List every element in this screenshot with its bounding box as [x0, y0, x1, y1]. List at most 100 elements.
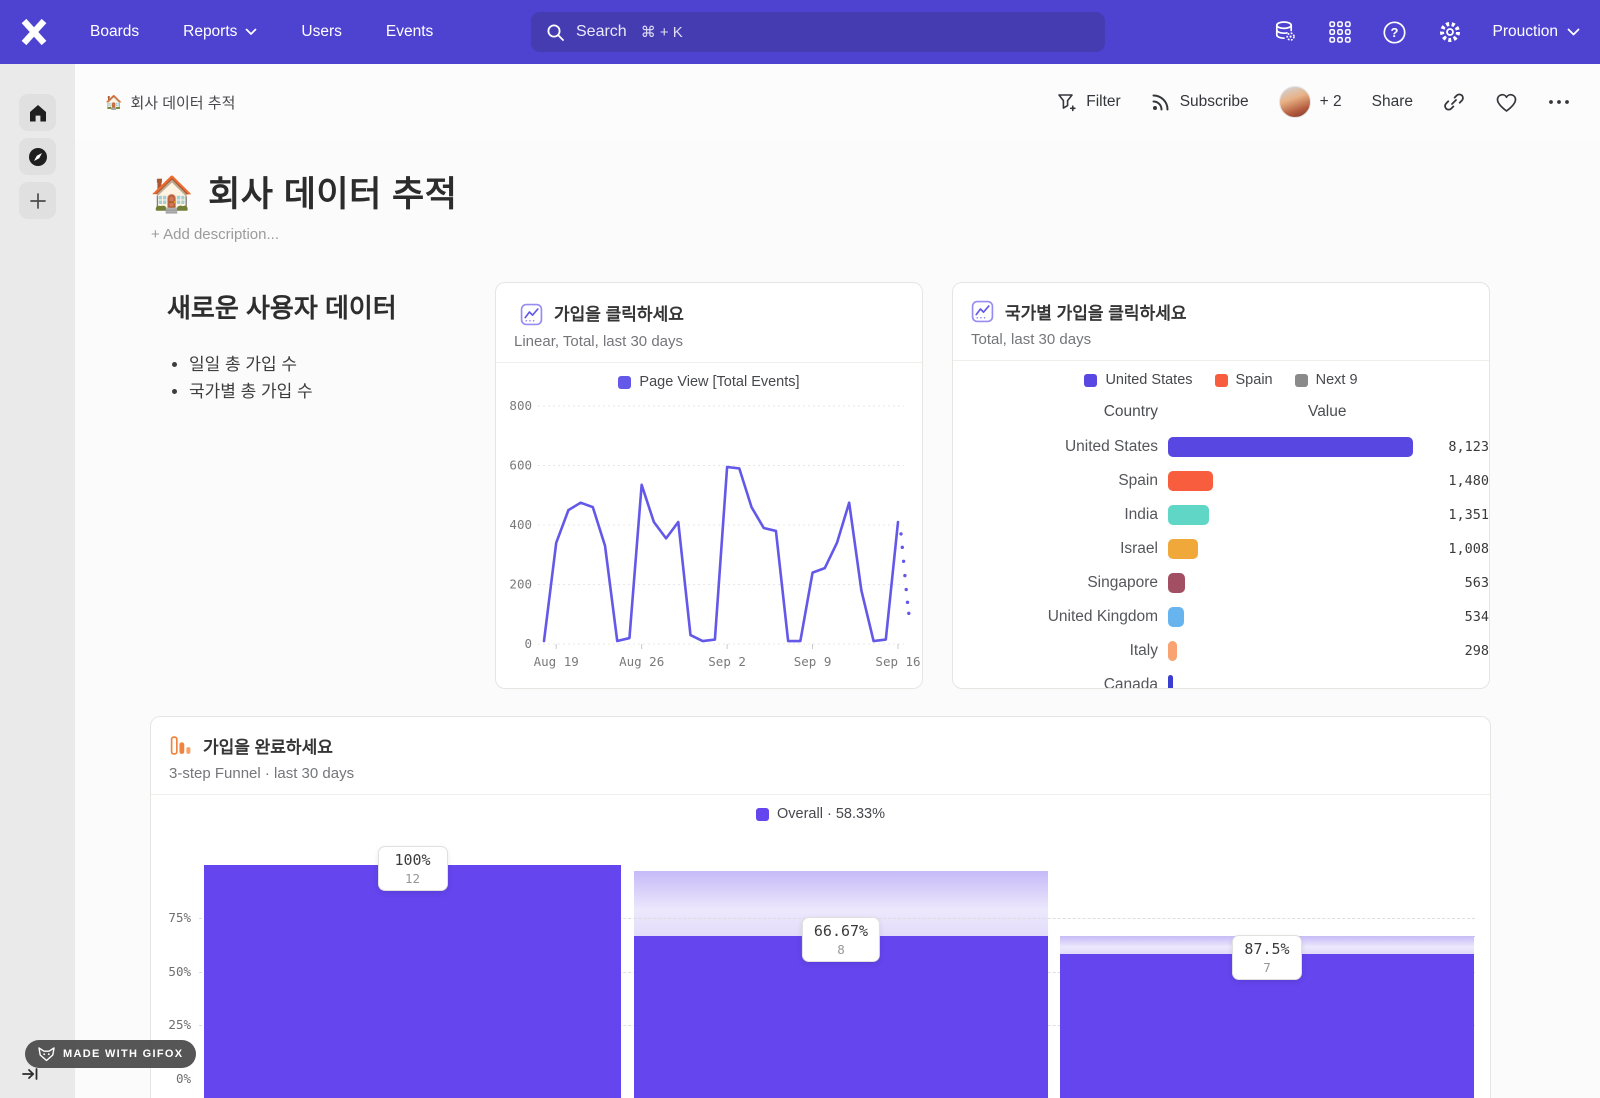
notes-bullet-list: 일일 총 가입 수국가별 총 가입 수	[189, 351, 497, 405]
funnel-step-count: 8	[814, 942, 868, 957]
nav-item-boards[interactable]: Boards	[90, 23, 139, 41]
board-toolbar: 🏠 회사 데이터 추적 Filter Subscribe	[75, 64, 1600, 140]
collapse-sidebar-button[interactable]	[21, 1066, 40, 1087]
line-card-subtitle: Linear, Total, last 30 days	[514, 333, 904, 350]
table-row-india[interactable]: India1,351	[953, 498, 1489, 532]
country-value: 1,480	[1448, 473, 1489, 489]
legend-item-pageview[interactable]: Page View [Total Events]	[618, 374, 799, 390]
country-value: 1,351	[1448, 507, 1489, 523]
line-chart-card: 가입을 클릭하세요 Linear, Total, last 30 days Pa…	[495, 282, 923, 689]
table-row-italy[interactable]: Italy298	[953, 634, 1489, 668]
legend-item-spain[interactable]: Spain	[1215, 372, 1273, 388]
project-switcher[interactable]: Prouction	[1493, 23, 1580, 41]
more-options-button[interactable]	[1548, 99, 1570, 105]
home-button[interactable]	[19, 94, 56, 131]
page-title-text: 회사 데이터 추적	[208, 175, 457, 214]
apps-grid-icon[interactable]	[1328, 20, 1352, 44]
svg-text:800: 800	[509, 398, 532, 413]
filter-button[interactable]: Filter	[1057, 93, 1120, 112]
table-row-singapore[interactable]: Singapore 563	[953, 566, 1489, 600]
divider	[151, 794, 1490, 795]
nav-item-label: Boards	[90, 23, 139, 41]
legend-label: Spain	[1236, 372, 1273, 388]
nav-item-users[interactable]: Users	[301, 23, 341, 41]
nav-item-label: Reports	[183, 23, 237, 41]
countries-card-title[interactable]: 국가별 가입을 클릭하세요	[1005, 299, 1187, 324]
notes-bullet: 일일 총 가입 수	[189, 351, 497, 378]
country-label: Singapore	[953, 574, 1158, 592]
gifox-badge-label: MADE WITH GIFOX	[63, 1048, 183, 1060]
mixpanel-logo-icon[interactable]	[16, 14, 52, 50]
countries-table-header: Country Value	[953, 403, 1489, 421]
svg-text:0: 0	[524, 636, 532, 651]
favorite-button[interactable]	[1495, 92, 1518, 113]
svg-text:600: 600	[509, 458, 532, 473]
notes-heading: 새로운 사용자 데이터	[167, 288, 497, 325]
board-actions: Filter Subscribe + 2 Share	[1057, 86, 1570, 118]
countries-card: 국가별 가입을 클릭하세요 Total, last 30 days United…	[952, 282, 1490, 689]
funnel-bar-step-1[interactable]	[204, 865, 621, 1098]
funnel-ytick: 25%	[157, 1017, 191, 1032]
line-chart-icon	[971, 300, 994, 323]
nav-right-icons: ? Prouction	[1272, 0, 1580, 64]
dashboard-canvas: 🏠회사 데이터 추적 + Add description... 새로운 사용자 …	[75, 140, 1600, 1098]
table-row-united-states[interactable]: United States8,123	[953, 430, 1489, 464]
subscribe-button[interactable]: Subscribe	[1151, 92, 1249, 112]
country-bar-wrap	[1168, 505, 1440, 525]
page-title[interactable]: 🏠회사 데이터 추적	[150, 166, 457, 217]
breadcrumb-emoji: 🏠	[105, 94, 122, 111]
help-icon[interactable]: ?	[1382, 20, 1407, 45]
search-placeholder: Search	[576, 23, 627, 41]
line-card-title[interactable]: 가입을 클릭하세요	[554, 300, 684, 325]
search-icon	[546, 23, 565, 42]
discover-button[interactable]	[19, 138, 56, 175]
svg-text:Sep 2: Sep 2	[708, 654, 746, 669]
table-row-spain[interactable]: Spain 1,480	[953, 464, 1489, 498]
add-board-button[interactable]	[19, 182, 56, 219]
legend-item-next-9[interactable]: Next 9	[1295, 372, 1358, 388]
funnel-chart-icon	[169, 734, 192, 757]
nav-item-events[interactable]: Events	[386, 23, 433, 41]
search-input[interactable]: Search ⌘ + K	[531, 12, 1105, 52]
country-bar-wrap	[1168, 539, 1440, 559]
legend-item-united-states[interactable]: United States	[1084, 372, 1192, 388]
funnel-chart-plot: 75%50%25%0%100%1266.67%887.5%7	[151, 835, 1485, 1098]
country-label: Spain	[953, 472, 1158, 490]
svg-text:?: ?	[1390, 25, 1398, 40]
breadcrumb[interactable]: 🏠 회사 데이터 추적	[105, 92, 235, 113]
main-content: 🏠 회사 데이터 추적 Filter Subscribe	[75, 64, 1600, 1098]
funnel-legend-item[interactable]: Overall · 58.33%	[756, 806, 885, 822]
share-button[interactable]: Share	[1372, 93, 1413, 111]
collapse-arrow-icon	[21, 1066, 40, 1082]
heart-icon	[1495, 92, 1518, 113]
countries-card-subtitle: Total, last 30 days	[971, 331, 1471, 348]
funnel-card-header: 가입을 완료하세요 3-step Funnel · last 30 days	[151, 717, 1490, 782]
funnel-card-title[interactable]: 가입을 완료하세요	[203, 733, 333, 758]
svg-text:Aug 19: Aug 19	[534, 654, 579, 669]
legend-swatch	[1215, 374, 1228, 387]
mixpanel-logo-glyph	[18, 16, 50, 48]
table-row-united-kingdom[interactable]: United Kingdom534	[953, 600, 1489, 634]
settings-gear-icon[interactable]	[1437, 19, 1463, 45]
country-bar-wrap	[1168, 607, 1457, 627]
fox-icon	[38, 1047, 55, 1062]
collaborators[interactable]: + 2	[1279, 86, 1342, 118]
svg-text:400: 400	[509, 517, 532, 532]
table-row-israel[interactable]: Israel1,008	[953, 532, 1489, 566]
country-value: 563	[1465, 575, 1489, 591]
svg-text:Sep 9: Sep 9	[794, 654, 832, 669]
copy-link-button[interactable]	[1443, 91, 1465, 113]
notes-bullet: 국가별 총 가입 수	[189, 378, 497, 405]
line-chart-plot[interactable]: 0200400600800Aug 19Aug 26Sep 2Sep 9Sep 1…	[502, 394, 918, 684]
legend-label: United States	[1105, 372, 1192, 388]
table-row-canada[interactable]: Canada	[953, 668, 1489, 689]
filter-label: Filter	[1086, 93, 1120, 111]
share-label: Share	[1372, 93, 1413, 111]
chevron-down-icon	[245, 28, 257, 36]
data-management-icon[interactable]	[1272, 19, 1298, 45]
subscribe-label: Subscribe	[1180, 93, 1249, 111]
nav-item-reports[interactable]: Reports	[183, 23, 257, 41]
avatar	[1279, 86, 1311, 118]
nav-item-label: Events	[386, 23, 433, 41]
add-description-button[interactable]: + Add description...	[151, 226, 279, 243]
